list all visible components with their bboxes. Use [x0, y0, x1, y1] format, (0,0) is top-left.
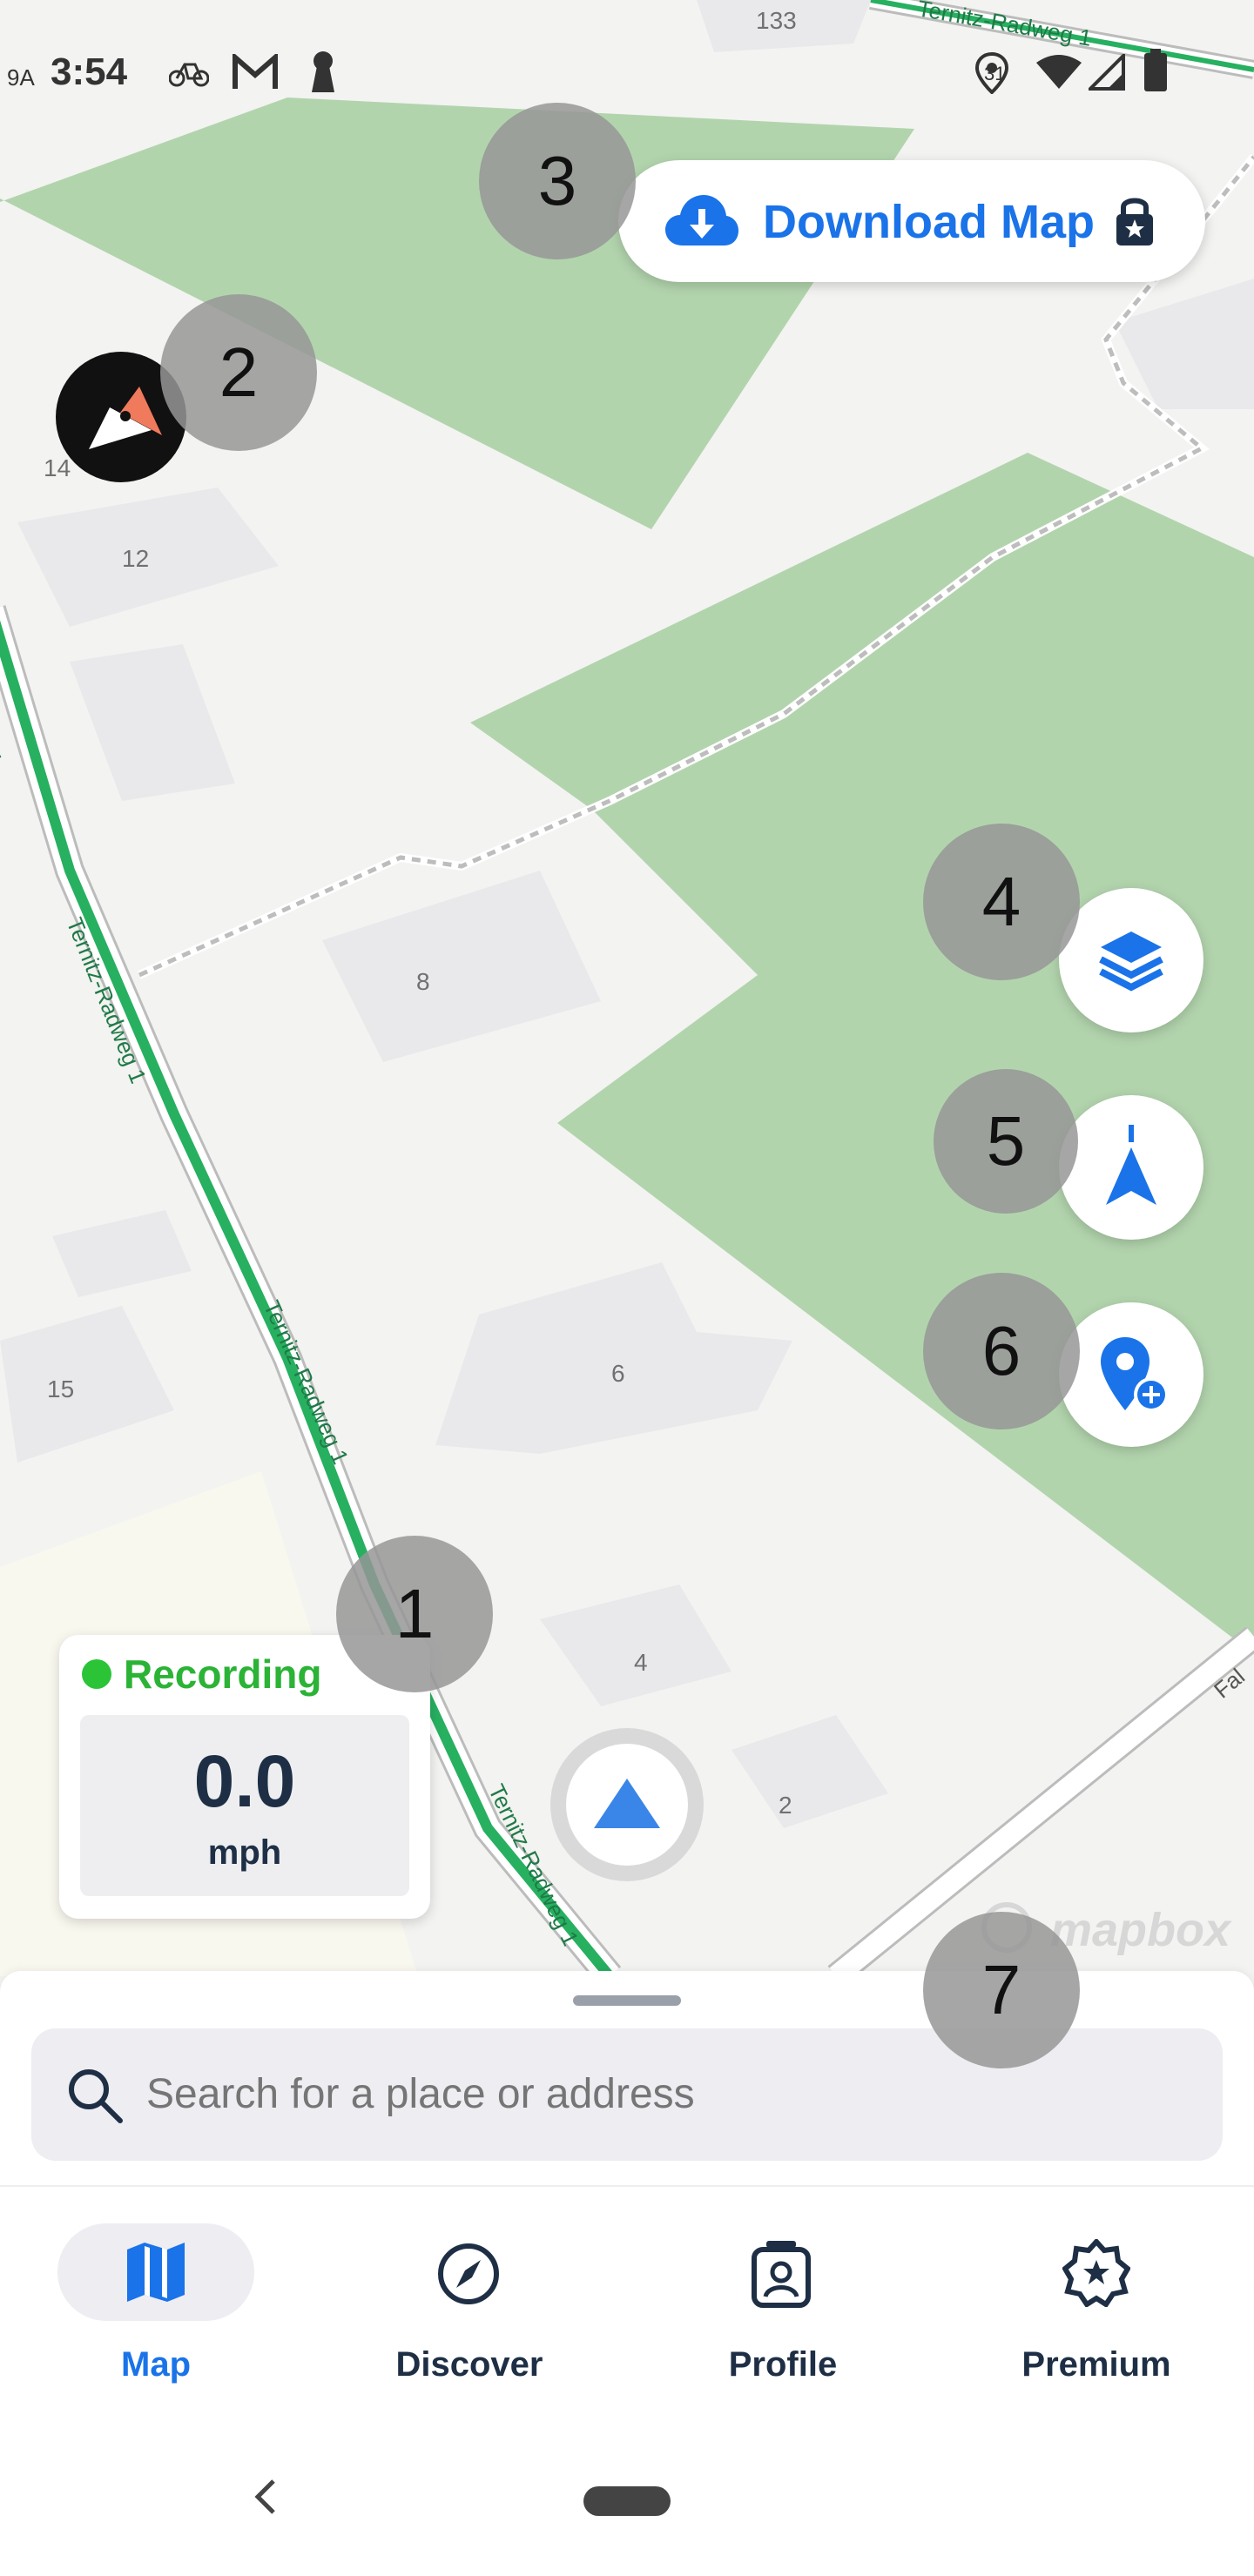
status-bar: 9A 3:54 31 [0, 42, 1254, 103]
layers-icon [1099, 932, 1163, 992]
clock: 3:54 [51, 50, 128, 93]
keyhole-icon [312, 51, 334, 92]
recenter-button[interactable] [1059, 1095, 1203, 1240]
add-place-button[interactable] [1059, 1302, 1203, 1447]
annotation-marker-5: 5 [934, 1069, 1078, 1214]
layers-button[interactable] [1059, 888, 1203, 1032]
bottom-sheet[interactable]: Map Discover Profile Premium [0, 1971, 1254, 2576]
signal-icon [1089, 54, 1125, 91]
carrier-label: 9A [7, 64, 35, 91]
recording-dot-icon [82, 1659, 111, 1689]
divider [0, 2185, 1254, 2187]
map-icon [127, 2243, 185, 2302]
tab-profile-label: Profile [728, 2345, 838, 2384]
speed-unit: mph [207, 1833, 282, 1872]
battery-icon [1144, 49, 1167, 91]
star-badge-icon [1062, 2239, 1130, 2307]
lock-icon [1116, 198, 1153, 245]
house-number: 12 [122, 545, 150, 572]
tab-profile[interactable]: Profile [684, 2223, 881, 2415]
add-location-icon [1101, 1337, 1169, 1412]
download-map-label: Download Map [763, 196, 1095, 248]
navigation-arrow-icon [1106, 1125, 1156, 1205]
tab-discover-label: Discover [395, 2345, 543, 2384]
annotation-marker-7: 7 [923, 1912, 1080, 2068]
house-number: 2 [779, 1792, 792, 1819]
search-input[interactable] [146, 2070, 1104, 2118]
search-icon [69, 2069, 123, 2123]
signal-badge: 31 [984, 63, 1006, 84]
house-number: 8 [416, 968, 430, 995]
wifi-icon [1036, 55, 1082, 89]
sheet-drag-handle[interactable] [573, 1995, 681, 2006]
tab-premium-label: Premium [1021, 2345, 1171, 2384]
annotation-marker-4: 4 [923, 824, 1080, 980]
speed-display: 0.0 mph [80, 1715, 409, 1896]
recording-status: Recording [124, 1651, 322, 1697]
tab-premium[interactable]: Premium [998, 2223, 1195, 2415]
download-map-button[interactable]: Download Map [618, 160, 1205, 282]
house-number: 6 [611, 1360, 625, 1387]
profile-icon [752, 2241, 811, 2308]
tab-map[interactable]: Map [57, 2223, 301, 2415]
house-number: 15 [47, 1375, 75, 1402]
annotation-marker-3: 3 [479, 103, 636, 259]
back-icon[interactable] [253, 2478, 279, 2516]
mapbox-attribution[interactable]: mapbox [1050, 1903, 1230, 1957]
tab-map-label: Map [121, 2345, 191, 2384]
annotation-marker-2: 2 [160, 294, 317, 451]
gmail-icon [233, 54, 278, 89]
speed-value: 0.0 [193, 1740, 296, 1822]
tab-discover[interactable]: Discover [371, 2223, 568, 2415]
cloud-download-icon [665, 195, 738, 245]
bike-icon [169, 63, 209, 87]
home-gesture-bar[interactable] [583, 2486, 671, 2516]
compass-icon [438, 2243, 499, 2304]
annotation-marker-1: 1 [336, 1536, 493, 1692]
house-number: 133 [756, 7, 797, 34]
house-number: 4 [634, 1649, 648, 1676]
annotation-marker-6: 6 [923, 1273, 1080, 1429]
